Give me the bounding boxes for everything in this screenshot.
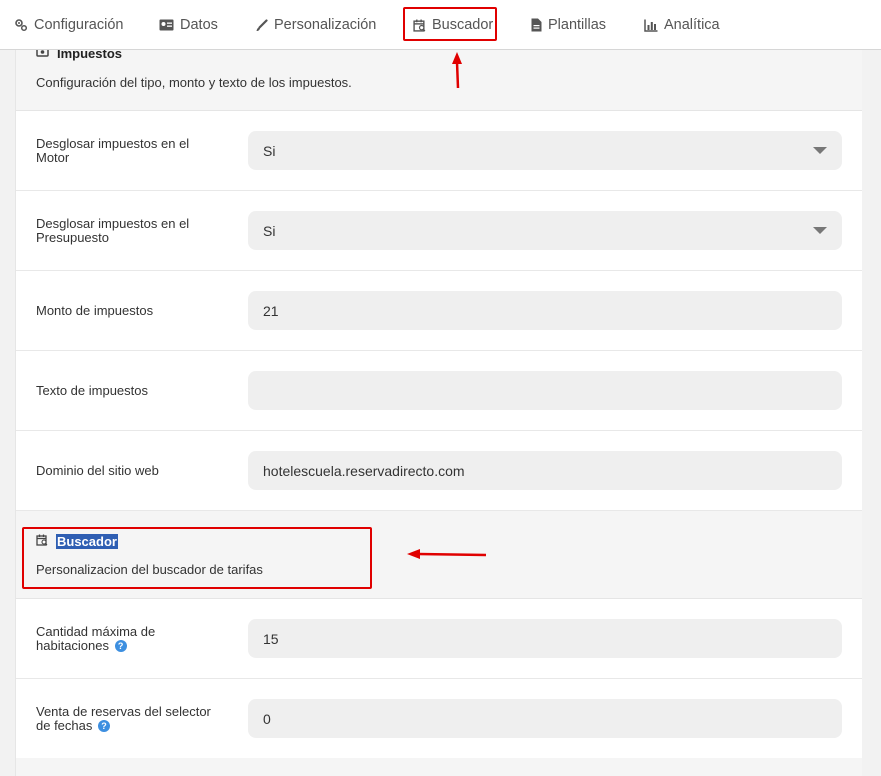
tab-buscador[interactable]: Buscador (413, 0, 493, 50)
monto-impuestos-input[interactable]: 21 (248, 291, 842, 330)
desglosar-motor-select[interactable]: Si (248, 131, 842, 170)
field-label: Venta de reservas del selector de fechas… (36, 703, 211, 733)
tab-analitica[interactable]: Analítica (644, 0, 720, 50)
field-label: Dominio del sitio web (36, 462, 159, 478)
id-card-icon (159, 19, 174, 31)
form-row-desglosar-presupuesto: Desglosar impuestos en el Presupuesto Si (16, 191, 862, 271)
form-row-cantidad-habitaciones: Cantidad máxima de habitaciones ? 15 (16, 599, 862, 679)
tab-personalizacion[interactable]: Personalización (255, 0, 376, 50)
tab-configuracion[interactable]: Configuración (14, 0, 123, 50)
brush-icon (255, 18, 268, 32)
cantidad-habitaciones-input[interactable]: 15 (248, 619, 842, 658)
gears-icon (14, 18, 28, 32)
settings-panel: Impuestos Configuración del tipo, monto … (15, 0, 862, 776)
form-row-dominio: Dominio del sitio web hotelescuela.reser… (16, 431, 862, 511)
chevron-down-icon (813, 147, 827, 154)
form-row-texto-impuestos: Texto de impuestos (16, 351, 862, 431)
desglosar-presupuesto-select[interactable]: Si (248, 211, 842, 250)
field-label: Cantidad máxima de habitaciones ? (36, 623, 156, 653)
field-label: Texto de impuestos (36, 382, 149, 398)
buscador-description: Personalizacion del buscador de tarifas (36, 562, 263, 577)
form-row-venta-reservas: Venta de reservas del selector de fechas… (16, 679, 862, 759)
chevron-down-icon (813, 227, 827, 234)
section-footer (16, 758, 862, 776)
buscador-title: Buscador (36, 534, 118, 549)
impuestos-description: Configuración del tipo, monto y texto de… (36, 75, 352, 90)
venta-reservas-input[interactable]: 0 (248, 699, 842, 738)
form-row-monto-impuestos: Monto de impuestos 21 (16, 271, 862, 351)
texto-impuestos-input[interactable] (248, 371, 842, 410)
field-label: Desglosar impuestos en el Motor (36, 135, 190, 165)
bar-chart-icon (644, 19, 658, 32)
form-row-desglosar-motor: Desglosar impuestos en el Motor Si (16, 111, 862, 191)
calendar-search-icon (36, 534, 48, 549)
top-tab-bar: Configuración Datos Personalización Busc… (0, 0, 881, 50)
field-label: Desglosar impuestos en el Presupuesto (36, 215, 190, 245)
document-icon (531, 18, 542, 32)
dominio-input[interactable]: hotelescuela.reservadirecto.com (248, 451, 842, 490)
help-icon[interactable]: ? (98, 720, 110, 733)
field-label: Monto de impuestos (36, 302, 154, 318)
tab-datos[interactable]: Datos (159, 0, 218, 50)
help-icon[interactable]: ? (114, 640, 127, 653)
calendar-search-icon (413, 19, 426, 32)
buscador-section-header: Buscador Personalizacion del buscador de… (16, 511, 862, 599)
tab-plantillas[interactable]: Plantillas (531, 0, 606, 50)
